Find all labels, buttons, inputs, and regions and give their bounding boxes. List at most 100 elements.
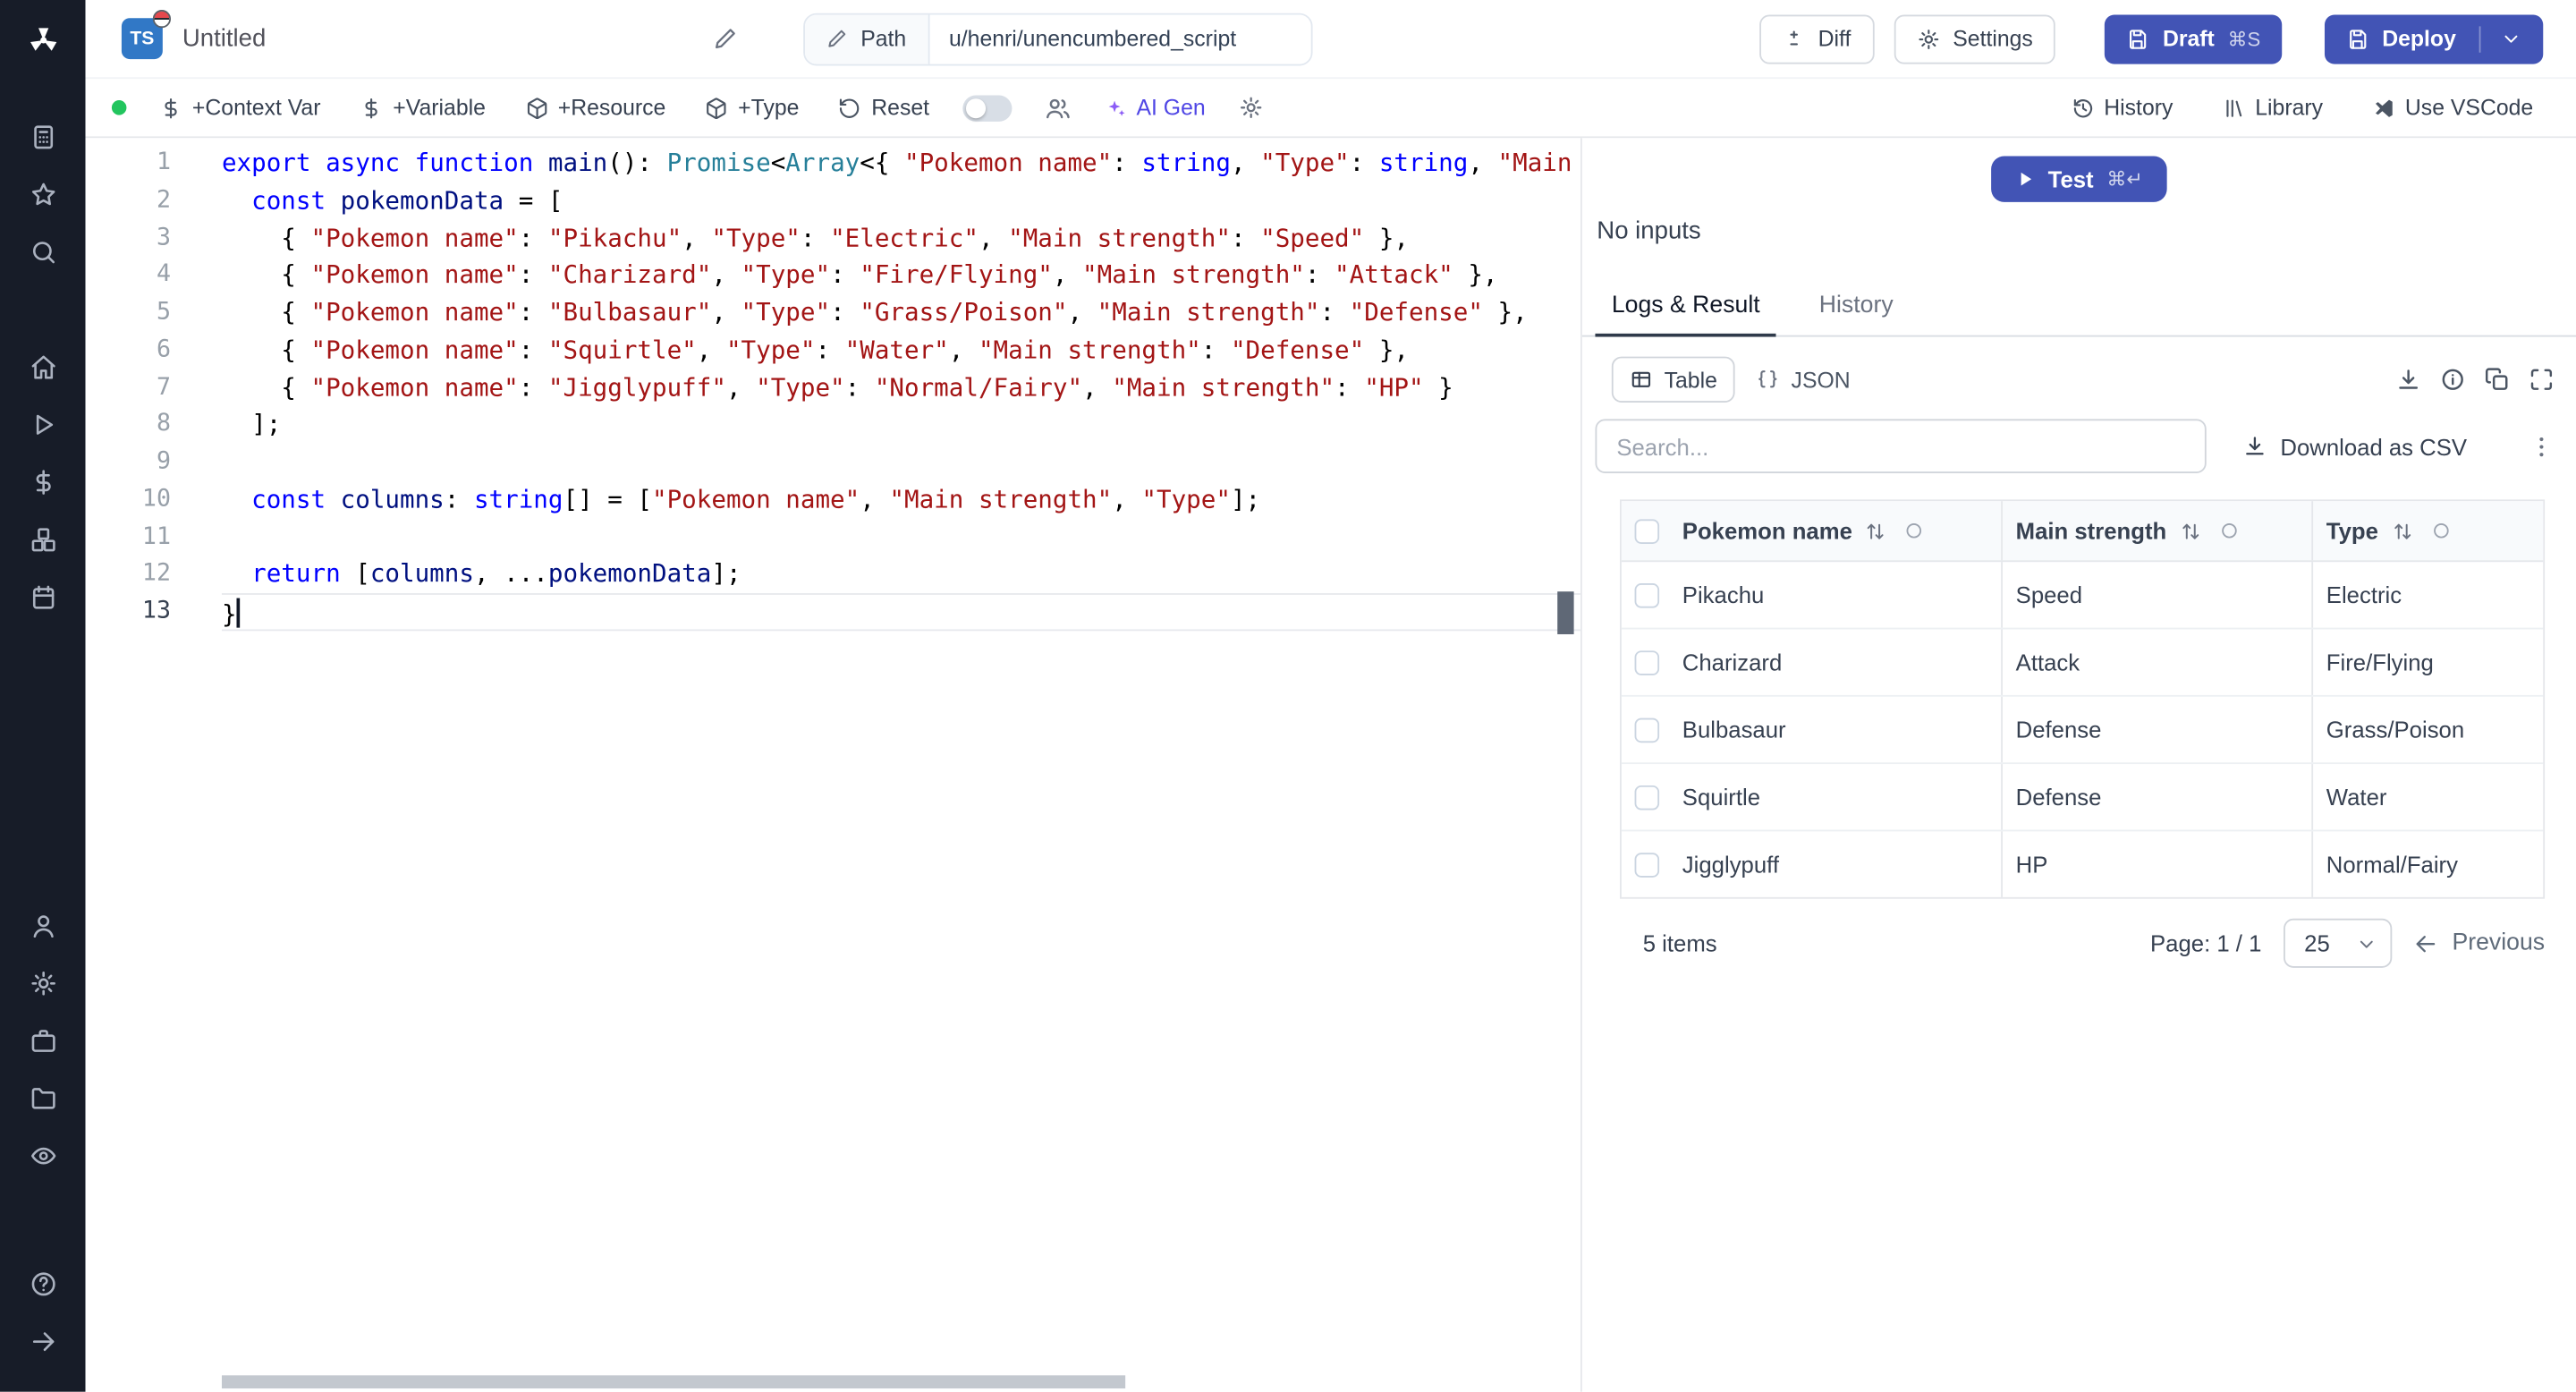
code-line-5[interactable]: 5 { "Pokemon name": "Bulbasaur", "Type":… — [86, 294, 1580, 332]
cell-value: HP — [2003, 831, 2314, 897]
code-line-11[interactable]: 11 — [86, 518, 1580, 556]
cell-value: Attack — [2003, 629, 2314, 695]
sidebar-gear-icon[interactable] — [20, 960, 65, 1006]
maximize-icon[interactable] — [2529, 367, 2555, 393]
code-line-9[interactable]: 9 — [86, 444, 1580, 481]
toolbar-variable-button[interactable]: +Variable — [360, 96, 486, 120]
path-input[interactable] — [928, 13, 1311, 64]
horizontal-scrollbar[interactable] — [221, 1375, 1126, 1389]
sidebar-folder-icon[interactable] — [20, 1074, 65, 1120]
package-icon — [525, 96, 548, 119]
table-row[interactable]: Pikachu Speed Electric — [1621, 562, 2544, 630]
path-group: Path — [802, 12, 1312, 65]
cell-value: Electric — [2326, 581, 2402, 608]
table-row[interactable]: Charizard Attack Fire/Flying — [1621, 629, 2544, 697]
code-line-10[interactable]: 10 const columns: string[] = ["Pokemon n… — [86, 481, 1580, 519]
code-line-13[interactable]: 13} — [86, 593, 1580, 631]
code-line-2[interactable]: 2 const pokemonData = [ — [86, 182, 1580, 219]
sidebar-briefcase-icon[interactable] — [20, 1017, 65, 1063]
search-input[interactable] — [1595, 419, 2207, 473]
ai-gen-button[interactable]: AI Gen — [1104, 96, 1206, 120]
test-button[interactable]: Test ⌘↵ — [1990, 156, 2168, 202]
code-line-8[interactable]: 8 ]; — [86, 406, 1580, 444]
deploy-icon — [2346, 27, 2369, 50]
deploy-chevron-down-icon[interactable] — [2500, 28, 2521, 49]
sidebar-help-icon[interactable] — [20, 1260, 65, 1306]
right-panel: Test ⌘↵ No inputs Logs & Result History T… — [1580, 138, 2576, 1392]
download-csv-button[interactable]: Download as CSV — [2242, 433, 2467, 459]
info-icon[interactable] — [2440, 367, 2466, 393]
multiplayer-users-icon[interactable] — [1045, 95, 1071, 121]
toolbar-reset-button[interactable]: Reset — [839, 96, 929, 120]
toolbar-context-var-button[interactable]: +Context Var — [159, 96, 320, 120]
column-header: Main strength — [2015, 517, 2167, 544]
kebab-menu-icon[interactable] — [2529, 433, 2555, 459]
toolbar-use-vscode-button[interactable]: Use VSCode — [2372, 96, 2533, 120]
test-shortcut: ⌘↵ — [2106, 167, 2143, 191]
code-line-4[interactable]: 4 { "Pokemon name": "Charizard", "Type":… — [86, 257, 1580, 294]
row-checkbox[interactable] — [1634, 582, 1660, 607]
sidebar-star-icon[interactable] — [20, 171, 65, 216]
code-line-1[interactable]: 1 export async function main(): Promise<A… — [86, 145, 1580, 182]
copy-icon[interactable] — [2484, 367, 2510, 393]
gear-icon — [29, 969, 56, 997]
sidebar-calculator-icon[interactable] — [20, 114, 65, 159]
view-table-button[interactable]: Table — [1611, 356, 1736, 403]
row-checkbox[interactable] — [1634, 785, 1660, 810]
braces-icon — [1757, 368, 1780, 391]
windmill-logo[interactable] — [20, 16, 65, 62]
table-row[interactable]: Bulbasaur Defense Grass/Poison — [1621, 696, 2544, 765]
row-checkbox[interactable] — [1634, 649, 1660, 675]
code-line-7[interactable]: 7 { "Pokemon name": "Jigglypuff", "Type"… — [86, 369, 1580, 406]
view-json-button[interactable]: JSON — [1750, 356, 1858, 403]
line-number: 1 — [156, 149, 172, 176]
sidebar-dollar-icon[interactable] — [20, 458, 65, 504]
sidebar-play-icon[interactable] — [20, 401, 65, 446]
edit-title-pencil-icon[interactable] — [713, 26, 738, 51]
per-page-select[interactable]: 25 — [2283, 918, 2392, 968]
sort-icon[interactable] — [2392, 520, 2413, 541]
code-line-6[interactable]: 6 { "Pokemon name": "Squirtle", "Type": … — [86, 332, 1580, 369]
diff-button[interactable]: Diff — [1758, 13, 1875, 64]
filter-circle-icon[interactable] — [1905, 521, 1925, 540]
code-editor[interactable]: 1 export async function main(): Promise<A… — [85, 138, 1580, 1392]
sidebar-home-icon[interactable] — [20, 344, 65, 389]
package-icon — [705, 96, 728, 119]
draft-button[interactable]: Draft ⌘S — [2105, 13, 2283, 64]
script-title: Untitled — [182, 24, 267, 53]
sidebar-user-icon[interactable] — [20, 902, 65, 947]
code-line-12[interactable]: 12 return [columns, ...pokemonData]; — [86, 556, 1580, 593]
filter-circle-icon[interactable] — [2219, 521, 2239, 540]
table-row[interactable]: Squirtle Defense Water — [1621, 764, 2544, 832]
settings-button[interactable]: Settings — [1894, 13, 2056, 64]
row-checkbox[interactable] — [1634, 852, 1660, 877]
select-all-checkbox[interactable] — [1634, 518, 1660, 544]
toolbar-type-button[interactable]: +Type — [705, 96, 799, 120]
star-icon — [29, 180, 56, 208]
sidebar-arrow-right-icon[interactable] — [20, 1318, 65, 1363]
table-row[interactable]: Jigglypuff HP Normal/Fairy — [1622, 831, 2543, 897]
table-search-row: Download as CSV — [1582, 419, 2576, 473]
sidebar-modules-icon[interactable] — [20, 516, 65, 562]
toolbar-resource-button[interactable]: +Resource — [525, 96, 665, 120]
code-line-3[interactable]: 3 { "Pokemon name": "Pikachu", "Type": "… — [86, 219, 1580, 257]
toolbar-history-button[interactable]: History — [2072, 96, 2173, 120]
sidebar-calendar-icon[interactable] — [20, 573, 65, 619]
tab-history[interactable]: History — [1802, 279, 1910, 335]
previous-page-button[interactable]: Previous — [2412, 930, 2545, 956]
download-result-icon[interactable] — [2395, 367, 2421, 393]
cell-value: Jigglypuff — [1682, 851, 1780, 878]
tab-logs-result[interactable]: Logs & Result — [1595, 279, 1777, 337]
deploy-button[interactable]: Deploy — [2324, 13, 2544, 64]
sidebar-eye-icon[interactable] — [20, 1133, 65, 1178]
sidebar-search-icon[interactable] — [20, 228, 65, 274]
table-footer: 5 items Page: 1 / 1 25 Previous — [1620, 899, 2545, 988]
toolbar-library-button[interactable]: Library — [2223, 96, 2323, 120]
path-button[interactable]: Path — [804, 13, 929, 64]
editor-settings-gear-icon[interactable] — [1238, 96, 1263, 121]
sort-icon[interactable] — [1866, 520, 1887, 541]
sort-icon[interactable] — [2180, 520, 2201, 541]
filter-circle-icon[interactable] — [2431, 521, 2451, 540]
toggle-switch[interactable] — [962, 94, 1012, 121]
row-checkbox[interactable] — [1634, 717, 1660, 743]
